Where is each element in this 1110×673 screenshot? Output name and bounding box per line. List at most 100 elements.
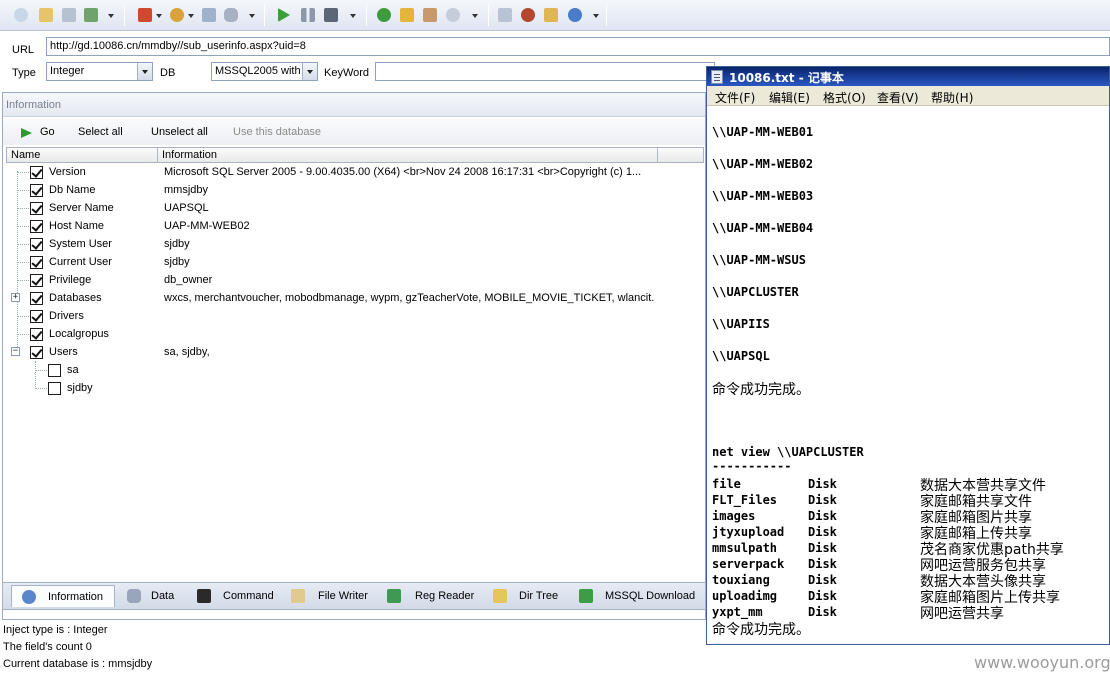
- toolbar-separator: [488, 5, 489, 26]
- panel-action-bar: Go Select all Unselect all Use this data…: [3, 119, 705, 145]
- checkbox[interactable]: [30, 346, 43, 359]
- share-name: images: [712, 509, 756, 523]
- row-name: Version: [49, 166, 86, 178]
- bug-icon[interactable]: [519, 6, 537, 24]
- tab-data[interactable]: Data: [121, 585, 189, 607]
- type-select[interactable]: Integer: [46, 62, 153, 81]
- tree-row-system-user[interactable]: System User sjdby: [3, 235, 703, 253]
- tree-row-version[interactable]: Version Microsoft SQL Server 2005 - 9.00…: [3, 163, 703, 181]
- checkbox[interactable]: [30, 310, 43, 323]
- search-dropdown-icon[interactable]: [470, 6, 480, 24]
- checkbox[interactable]: [30, 166, 43, 179]
- tree-row-users[interactable]: − Users sa, sjdby,: [3, 343, 703, 361]
- row-info: wxcs, merchantvoucher, mobodbmanage, wyp…: [164, 292, 654, 304]
- url-input[interactable]: http://gd.10086.cn/mmdby//sub_userinfo.a…: [46, 37, 1110, 56]
- expand-plus-icon[interactable]: +: [11, 293, 20, 302]
- keyword-input[interactable]: [375, 62, 715, 81]
- unselect-all-button[interactable]: Unselect all: [151, 126, 208, 138]
- tree-row-privilege[interactable]: Privilege db_owner: [3, 271, 703, 289]
- settings-dropdown-icon[interactable]: [186, 6, 196, 24]
- database-dropdown-icon[interactable]: [247, 6, 257, 24]
- menu-file[interactable]: 文件(F): [715, 89, 755, 106]
- tree-row-user-sa[interactable]: sa: [3, 361, 703, 379]
- tree-row-databases[interactable]: + Databases wxcs, merchantvoucher, mobod…: [3, 289, 703, 307]
- checkbox[interactable]: [48, 382, 61, 395]
- checkbox[interactable]: [30, 238, 43, 251]
- tab-reg-reader[interactable]: Reg Reader: [387, 585, 481, 607]
- settings-icon[interactable]: [168, 6, 186, 24]
- download-icon: [579, 589, 593, 603]
- row-name: Users: [49, 346, 78, 358]
- go-arrow-icon[interactable]: [21, 128, 32, 138]
- tree-row-current-user[interactable]: Current User sjdby: [3, 253, 703, 271]
- tree-row-host-name[interactable]: Host Name UAP-MM-WEB02: [3, 217, 703, 235]
- menu-view[interactable]: 查看(V): [877, 89, 919, 106]
- column-information[interactable]: Information: [162, 149, 217, 161]
- status-field-count: The field's count 0: [3, 641, 92, 653]
- column-name[interactable]: Name: [11, 149, 40, 161]
- search-icon[interactable]: [12, 6, 30, 24]
- server-line: \\UAPCLUSTER: [712, 285, 799, 299]
- tools-dropdown-icon[interactable]: [154, 6, 164, 24]
- save-icon[interactable]: [60, 6, 78, 24]
- chevron-down-icon[interactable]: [137, 63, 152, 80]
- share-type: Disk: [808, 541, 837, 555]
- pause-icon[interactable]: [299, 6, 317, 24]
- key-icon[interactable]: [398, 6, 416, 24]
- info-icon[interactable]: [566, 6, 584, 24]
- go-button[interactable]: Go: [40, 126, 55, 138]
- menu-help[interactable]: 帮助(H): [931, 89, 973, 106]
- package-icon[interactable]: [542, 6, 560, 24]
- checkbox[interactable]: [30, 274, 43, 287]
- db-select[interactable]: MSSQL2005 with E: [211, 62, 318, 81]
- checkbox[interactable]: [30, 328, 43, 341]
- checkbox[interactable]: [30, 220, 43, 233]
- tree-row-server-name[interactable]: Server Name UAPSQL: [3, 199, 703, 217]
- tab-mssql-download[interactable]: MSSQL Download: [579, 585, 699, 607]
- tree-row-drivers[interactable]: Drivers: [3, 307, 703, 325]
- help-dropdown-icon[interactable]: [591, 6, 601, 24]
- tab-file-writer[interactable]: File Writer: [289, 585, 375, 607]
- control-dropdown-icon[interactable]: [348, 6, 358, 24]
- tab-information[interactable]: Information: [11, 585, 115, 607]
- tools-icon[interactable]: [136, 6, 154, 24]
- admin-icon[interactable]: [421, 6, 439, 24]
- collapse-minus-icon[interactable]: −: [11, 347, 20, 356]
- share-name: file: [712, 477, 741, 491]
- tree-row-user-sjdby[interactable]: sjdby: [3, 379, 703, 397]
- play-icon[interactable]: [276, 6, 294, 24]
- checkbox[interactable]: [30, 292, 43, 305]
- checkbox[interactable]: [30, 184, 43, 197]
- export-dropdown-icon[interactable]: [106, 6, 116, 24]
- wrench-icon[interactable]: [200, 6, 218, 24]
- tab-dir-tree[interactable]: Dir Tree: [493, 585, 569, 607]
- row-info: UAPSQL: [164, 202, 209, 214]
- check-icon[interactable]: [375, 6, 393, 24]
- export-icon[interactable]: [82, 6, 100, 24]
- stop-icon[interactable]: [322, 6, 340, 24]
- toolbar-separator: [606, 5, 607, 26]
- tree-row-db-name[interactable]: Db Name mmsjdby: [3, 181, 703, 199]
- checkbox[interactable]: [30, 202, 43, 215]
- notepad-text-area[interactable]: \\UAP-MM-WEB01 \\UAP-MM-WEB02 \\UAP-MM-W…: [707, 107, 1109, 644]
- checkbox[interactable]: [30, 256, 43, 269]
- home-icon[interactable]: [496, 6, 514, 24]
- info-icon: [22, 590, 36, 604]
- tree-row-localgroups[interactable]: Localgropus: [3, 325, 703, 343]
- database-icon[interactable]: [222, 6, 240, 24]
- keyword-label: KeyWord: [324, 67, 370, 79]
- row-info: UAP-MM-WEB02: [164, 220, 250, 232]
- chevron-down-icon[interactable]: [302, 63, 317, 80]
- menu-edit[interactable]: 编辑(E): [769, 89, 810, 106]
- column-divider[interactable]: [157, 148, 158, 162]
- tab-command[interactable]: Command: [195, 585, 281, 607]
- magnifier-icon[interactable]: [444, 6, 462, 24]
- menu-format[interactable]: 格式(O): [823, 89, 866, 106]
- select-all-button[interactable]: Select all: [78, 126, 123, 138]
- use-database-button[interactable]: Use this database: [233, 126, 321, 138]
- column-divider[interactable]: [657, 148, 658, 162]
- open-icon[interactable]: [37, 6, 55, 24]
- notepad-title-bar[interactable]: 10086.txt - 记事本: [707, 67, 1109, 86]
- checkbox[interactable]: [48, 364, 61, 377]
- share-type: Disk: [808, 589, 837, 603]
